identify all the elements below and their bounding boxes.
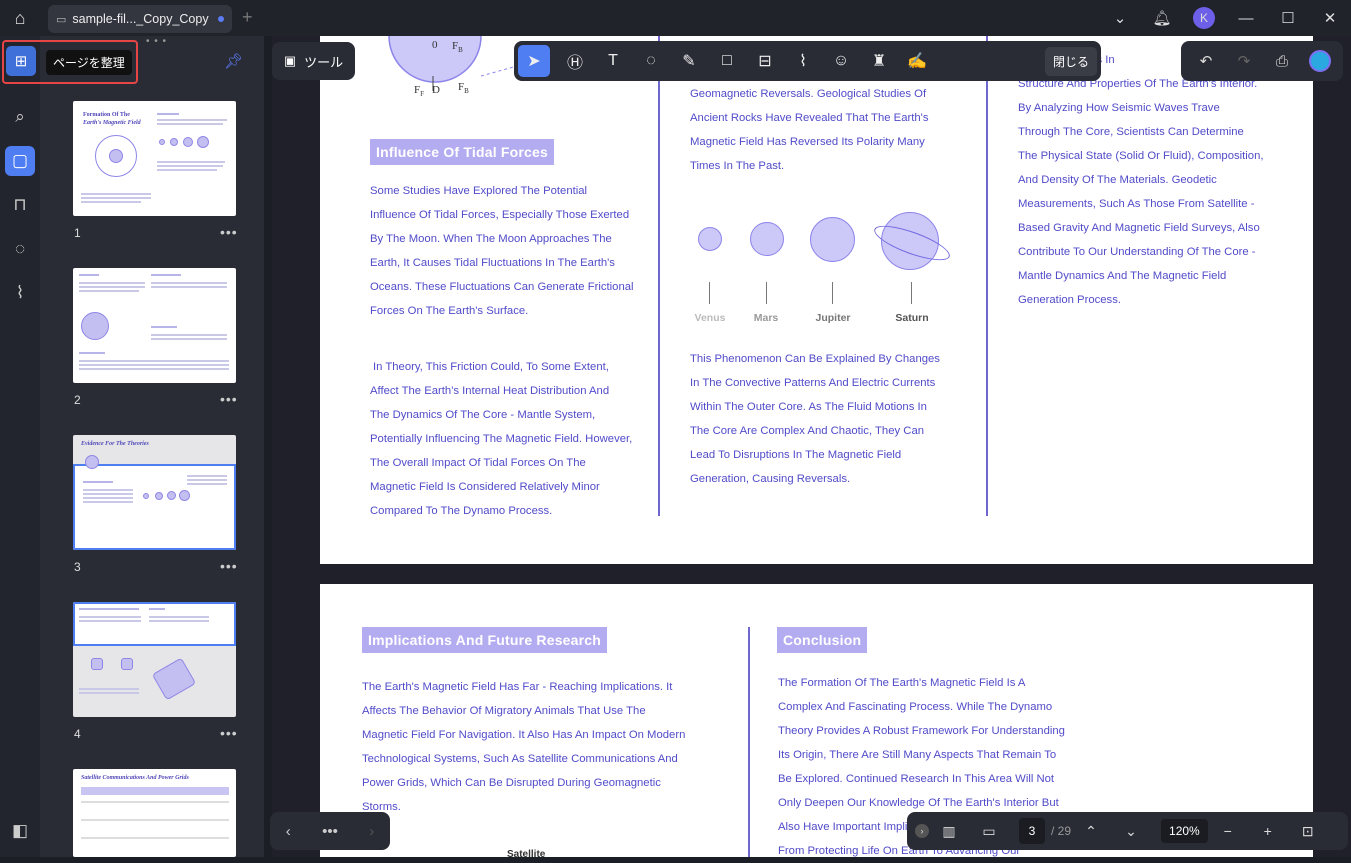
reading-mode-icon[interactable]: ▥ (929, 823, 969, 840)
close-window-button[interactable]: ✕ (1309, 9, 1351, 27)
settings-icon[interactable]: ◧ (5, 816, 35, 846)
reversal-paragraph: Geomagnetic Reversals. Geological Studie… (690, 88, 929, 172)
page-total: / 29 (1051, 824, 1072, 838)
seismic-paragraph: ...ovides Insights InStructure And Prope… (1018, 54, 1264, 306)
text-icon[interactable]: T (594, 45, 632, 77)
unsaved-dot (218, 16, 224, 22)
presentation-icon[interactable]: ▭ (969, 823, 1009, 840)
thumbnail-number: 2 (74, 393, 81, 407)
new-tab-button[interactable]: + (242, 7, 253, 28)
implications-paragraph: The Earth's Magnetic Field Has Far - Rea… (362, 681, 686, 813)
bookmark-icon[interactable]: ⊓ (5, 190, 35, 220)
status-bar: › ▥ ▭ 3 / 29 ⌃ ⌄ 120% − + ⊡ (907, 812, 1348, 850)
pin-icon[interactable]: 📌︎ (224, 52, 243, 70)
thumbnail-number: 4 (74, 727, 81, 741)
title-bar: ⌂ ▭ sample-fil..._Copy_Copy + ⌄ 🔔︎ K — ☐… (0, 0, 1351, 36)
notification-icon[interactable]: 🔔︎ (1141, 9, 1183, 27)
comments-icon[interactable]: ◌ (5, 234, 35, 264)
sticker-icon[interactable]: ☺ (822, 45, 860, 77)
measure-icon[interactable]: ⊟ (746, 45, 784, 77)
attachment-icon[interactable]: ⌇ (784, 45, 822, 77)
page-nav-pill: ‹ ••• › (270, 812, 390, 850)
tidal-paragraph-1: Some Studies Have Explored The Potential… (370, 185, 634, 317)
diagram-label: FF (414, 84, 425, 99)
diagram-label: D (432, 84, 440, 96)
page-thumbnail-1[interactable]: Formation Of The Earth's Magnetic Field (73, 101, 236, 216)
mars-planet (750, 222, 784, 256)
diagram-label: 0 (432, 39, 438, 51)
thumbnail-more-icon[interactable]: ••• (220, 224, 238, 240)
highlighter-icon[interactable]: ✎ (670, 45, 708, 77)
tidal-diagram (388, 36, 536, 91)
thumbnail-more-icon[interactable]: ••• (220, 391, 238, 407)
page-thumbnail-4[interactable] (73, 602, 236, 717)
comment-icon[interactable]: ◌ (632, 45, 670, 77)
drag-handle[interactable]: • • • (146, 36, 167, 47)
zoom-in-icon[interactable]: + (1248, 823, 1288, 839)
phenomenon-paragraph: This Phenomenon Can Be Explained By Chan… (690, 353, 940, 485)
column-divider (986, 36, 988, 516)
more-icon[interactable]: ••• (322, 823, 338, 840)
document-tab[interactable]: ▭ sample-fil..._Copy_Copy (48, 5, 232, 33)
conclusion-heading: Conclusion (777, 627, 868, 653)
minimize-button[interactable]: — (1225, 10, 1267, 27)
column-divider (748, 627, 750, 857)
thumbnails-icon[interactable]: ▢ (5, 146, 35, 176)
text-box-icon[interactable]: Ⓗ (556, 45, 594, 77)
diagram-label: FB (452, 40, 463, 55)
thumbnail-more-icon[interactable]: ••• (220, 558, 238, 574)
search-icon[interactable]: ⌕ (5, 102, 35, 132)
expand-icon[interactable]: › (915, 824, 929, 838)
redo-icon[interactable]: ↷ (1225, 52, 1263, 70)
panel-scrollbar[interactable] (264, 36, 272, 857)
page-number-input[interactable]: 3 (1019, 818, 1045, 844)
tidal-paragraph-2: In Theory, This Friction Could, To Some … (370, 361, 633, 517)
jupiter-planet (810, 217, 855, 262)
thumbnail-more-icon[interactable]: ••• (220, 725, 238, 741)
tab-title: sample-fil..._Copy_Copy (72, 12, 209, 26)
stamp-icon[interactable]: ♜ (860, 45, 898, 77)
chevron-up-icon[interactable]: ⌃ (1071, 823, 1111, 840)
organize-tooltip: ページを整理 (46, 50, 132, 75)
save-icon[interactable]: ⎙ (1263, 53, 1301, 70)
fit-page-icon[interactable]: ⊡ (1288, 823, 1328, 840)
signature-icon[interactable]: ✍ (898, 45, 936, 77)
planet-label: Saturn (895, 312, 929, 324)
chevron-down-icon[interactable]: ⌄ (1111, 823, 1151, 840)
zoom-out-icon[interactable]: − (1208, 823, 1248, 839)
page-thumbnail-3[interactable]: Evidence For The Theories (73, 435, 236, 550)
thumbnail-number: 3 (74, 560, 81, 574)
history-toolbar: ↶ ↷ ⎙ (1181, 41, 1343, 81)
comment-icon: ▭ (56, 13, 67, 26)
undo-icon[interactable]: ↶ (1187, 52, 1225, 70)
ai-assistant-icon[interactable] (1309, 50, 1331, 72)
organize-pages-icon[interactable]: ⊞ (6, 46, 36, 76)
toolbox-icon: ▣ (283, 53, 297, 68)
close-toolbar-button[interactable]: 閉じる (1044, 46, 1097, 76)
tidal-heading: Influence Of Tidal Forces (370, 139, 555, 165)
annotation-toolbar: ➤ Ⓗ T ◌ ✎ □ ⊟ ⌇ ☺ ♜ ✍ 閉じる (514, 41, 1101, 81)
select-pointer-icon[interactable]: ➤ (518, 45, 550, 77)
left-rail: ⌕ ▢ ⊓ ◌ ⌇ ◧ (0, 36, 40, 857)
home-icon[interactable]: ⌂ (0, 0, 40, 36)
chevron-down-icon[interactable]: ⌄ (1099, 9, 1141, 27)
page-thumbnail-5[interactable]: Satellite Communications And Power Grids (73, 769, 236, 857)
planet-label: Jupiter (815, 312, 851, 324)
shape-rectangle-icon[interactable]: □ (708, 45, 746, 77)
satellite-label: Satellite (507, 849, 546, 860)
attachment-icon[interactable]: ⌇ (5, 278, 35, 308)
chevron-left-icon[interactable]: ‹ (286, 823, 291, 840)
thumbnail-number: 1 (74, 226, 81, 240)
page-thumbnail-2[interactable] (73, 268, 236, 383)
maximize-button[interactable]: ☐ (1267, 9, 1309, 27)
avatar[interactable]: K (1193, 7, 1215, 29)
tools-button[interactable]: ▣ ツール (272, 42, 355, 80)
diagram-label: FB (458, 81, 469, 96)
venus-planet (698, 227, 722, 251)
implications-heading: Implications And Future Research (362, 627, 608, 653)
column-divider (658, 36, 660, 516)
zoom-level[interactable]: 120% (1161, 819, 1208, 843)
chevron-right-icon[interactable]: › (369, 823, 374, 840)
page-3: 0 FB FF D FB Influence Of Tidal Forces S… (320, 36, 1313, 564)
